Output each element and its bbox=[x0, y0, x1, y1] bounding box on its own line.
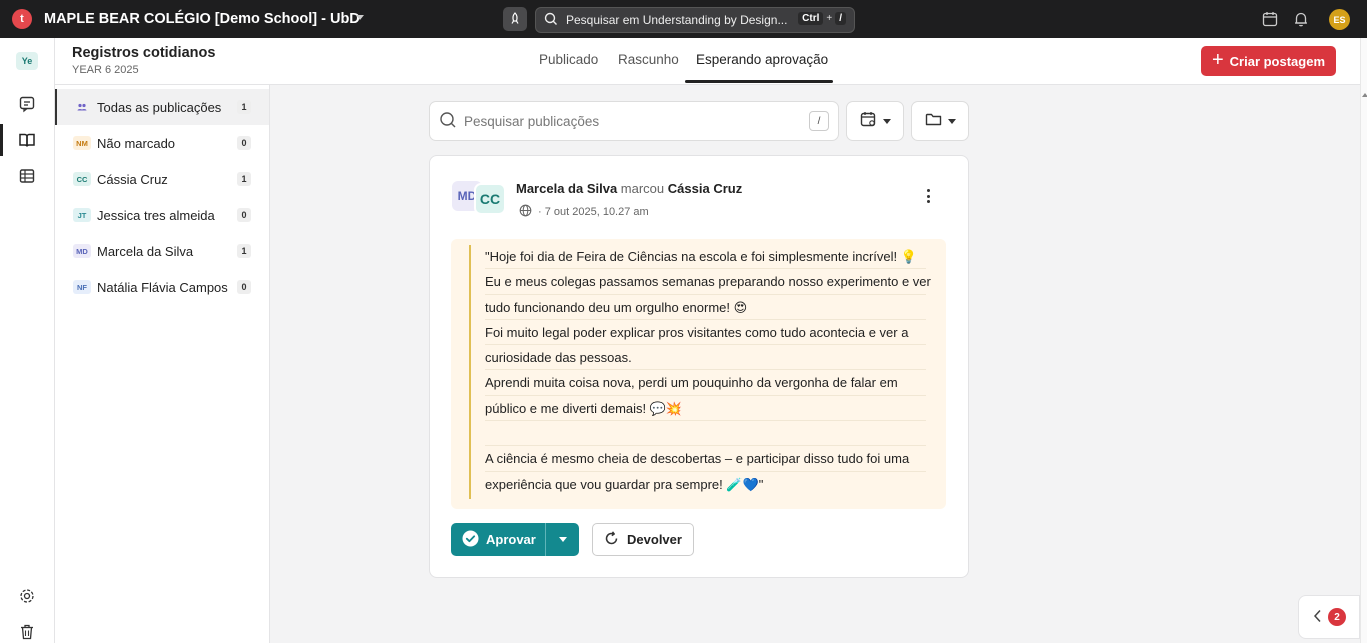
create-post-label: Criar postagem bbox=[1229, 53, 1326, 69]
post-timestamp: · 7 out 2025, 10.27 am bbox=[538, 206, 649, 218]
initials-tag: JT bbox=[73, 208, 91, 222]
global-search-input[interactable]: Pesquisar em Understanding by Design... … bbox=[535, 7, 855, 33]
post-line: experiência que vou guardar pra sempre! … bbox=[485, 476, 764, 492]
post-meta: · 7 out 2025, 10.27 am bbox=[519, 204, 649, 220]
settings-icon[interactable] bbox=[17, 586, 37, 606]
group-icon bbox=[73, 100, 91, 114]
post-search-input[interactable] bbox=[464, 113, 794, 129]
count-badge: 0 bbox=[237, 208, 251, 222]
global-search-placeholder: Pesquisar em Understanding by Design... bbox=[566, 13, 788, 27]
tagged-student-avatar: CC bbox=[474, 183, 506, 215]
sidebar-item-marcela[interactable]: MD Marcela da Silva 1 bbox=[55, 233, 269, 269]
table-icon[interactable] bbox=[17, 166, 37, 186]
post-line bbox=[485, 421, 926, 447]
page-scrollbar[interactable] bbox=[1360, 38, 1367, 643]
author-name[interactable]: Marcela da Silva bbox=[516, 181, 617, 196]
chevron-down-icon bbox=[947, 118, 956, 124]
chevron-left-icon bbox=[1313, 609, 1322, 626]
class-badge[interactable]: Ye bbox=[16, 52, 38, 70]
post-line: tudo funcionando deu um orgulho enorme! … bbox=[485, 295, 926, 320]
tagged-student-name[interactable]: Cássia Cruz bbox=[668, 181, 742, 196]
initials-tag: NM bbox=[73, 136, 91, 150]
approve-button[interactable]: Aprovar bbox=[451, 523, 546, 556]
count-badge: 1 bbox=[237, 172, 251, 186]
plus-icon: + bbox=[1211, 49, 1224, 71]
post-author-line: Marcela da Silva marcou Cássia Cruz bbox=[516, 181, 742, 196]
search-shortcut: Ctrl + / bbox=[798, 12, 846, 25]
post-body: "Hoje foi dia de Feira de Ciências na es… bbox=[451, 239, 946, 509]
kbd-plus: + bbox=[826, 13, 833, 24]
globe-icon bbox=[519, 204, 532, 220]
folder-filter-button[interactable] bbox=[911, 101, 969, 141]
count-badge: 0 bbox=[237, 280, 251, 294]
kbd-slash: / bbox=[835, 12, 846, 25]
post-line: Aprendi muita coisa nova, perdi um pouqu… bbox=[485, 370, 926, 396]
search-shortcut-key: / bbox=[809, 111, 829, 131]
search-icon bbox=[544, 12, 558, 29]
post-line: público e me diverti demais! 💬💥 bbox=[485, 396, 926, 422]
approve-options-button[interactable] bbox=[546, 537, 579, 542]
scroll-up-arrow-icon[interactable] bbox=[1362, 93, 1367, 97]
rocket-icon[interactable] bbox=[503, 7, 527, 31]
sidebar-item-cassia-cruz[interactable]: CC Cássia Cruz 1 bbox=[55, 161, 269, 197]
count-badge: 1 bbox=[237, 100, 251, 114]
left-rail: Ye bbox=[0, 38, 55, 643]
post-line: Foi muito legal poder explicar pros visi… bbox=[485, 320, 926, 346]
post-line: "Hoje foi dia de Feira de Ciências na es… bbox=[485, 244, 926, 270]
page-subtitle: YEAR 6 2025 bbox=[72, 64, 139, 76]
tab-published[interactable]: Publicado bbox=[539, 52, 598, 67]
post-card: MD CC Marcela da Silva marcou Cássia Cru… bbox=[429, 155, 969, 578]
date-filter-button[interactable] bbox=[846, 101, 904, 141]
calendar-icon[interactable] bbox=[1261, 10, 1279, 28]
trash-icon[interactable] bbox=[17, 622, 37, 642]
tab-draft[interactable]: Rascunho bbox=[618, 52, 679, 67]
initials-tag: CC bbox=[73, 172, 91, 186]
user-avatar[interactable]: ES bbox=[1329, 9, 1350, 30]
return-button[interactable]: Devolver bbox=[592, 523, 694, 556]
chevron-down-icon bbox=[882, 118, 891, 124]
sidebar-item-natalia[interactable]: NF Natália Flávia Campos 0 bbox=[55, 269, 269, 305]
folder-icon bbox=[925, 112, 942, 130]
bell-icon[interactable] bbox=[1292, 10, 1310, 28]
sidebar-item-unmarked[interactable]: NM Não marcado 0 bbox=[55, 125, 269, 161]
calendar-icon bbox=[860, 111, 877, 131]
approve-split-button: Aprovar bbox=[451, 523, 579, 556]
comment-icon[interactable] bbox=[17, 94, 37, 114]
top-bar: t MAPLE BEAR COLÉGIO [Demo School] - UbD… bbox=[0, 0, 1367, 38]
tab-awaiting-approval[interactable]: Esperando aprovação bbox=[696, 52, 828, 67]
approve-label: Aprovar bbox=[486, 532, 536, 547]
app-logo[interactable]: t bbox=[12, 9, 32, 29]
rail-active-indicator bbox=[0, 124, 3, 156]
notification-count-badge: 2 bbox=[1328, 608, 1346, 626]
sidebar-item-all-posts[interactable]: Todas as publicações 1 bbox=[55, 89, 269, 125]
undo-icon bbox=[604, 530, 619, 549]
check-circle-icon bbox=[462, 530, 479, 550]
create-post-button[interactable]: + Criar postagem bbox=[1201, 46, 1336, 76]
chevron-down-icon bbox=[558, 537, 567, 542]
school-title[interactable]: MAPLE BEAR COLÉGIO [Demo School] - UbD bbox=[44, 11, 360, 27]
post-line: curiosidade das pessoas. bbox=[485, 345, 926, 371]
chevron-down-icon[interactable] bbox=[356, 15, 364, 20]
notifications-drawer-tab[interactable]: 2 bbox=[1298, 595, 1360, 639]
count-badge: 1 bbox=[237, 244, 251, 258]
search-icon bbox=[439, 111, 457, 132]
tag-verb: marcou bbox=[620, 181, 665, 196]
active-tab-indicator bbox=[685, 80, 833, 83]
post-line: A ciência é mesmo cheia de descobertas –… bbox=[485, 446, 926, 472]
post-search-field[interactable]: / bbox=[429, 101, 839, 141]
student-filter-list: Todas as publicações 1 NM Não marcado 0 … bbox=[55, 85, 270, 643]
page-title: Registros cotidianos bbox=[72, 45, 216, 61]
kbd-ctrl: Ctrl bbox=[798, 12, 824, 25]
sidebar-item-jessica[interactable]: JT Jessica tres almeida 0 bbox=[55, 197, 269, 233]
book-icon[interactable] bbox=[17, 130, 37, 150]
page-header: Registros cotidianos YEAR 6 2025 Publica… bbox=[55, 38, 1360, 85]
post-line: Eu e meus colegas passamos semanas prepa… bbox=[485, 269, 931, 295]
initials-tag: NF bbox=[73, 280, 91, 294]
count-badge: 0 bbox=[237, 136, 251, 150]
more-options-icon[interactable] bbox=[918, 186, 938, 206]
initials-tag: MD bbox=[73, 244, 91, 258]
return-label: Devolver bbox=[627, 532, 682, 547]
